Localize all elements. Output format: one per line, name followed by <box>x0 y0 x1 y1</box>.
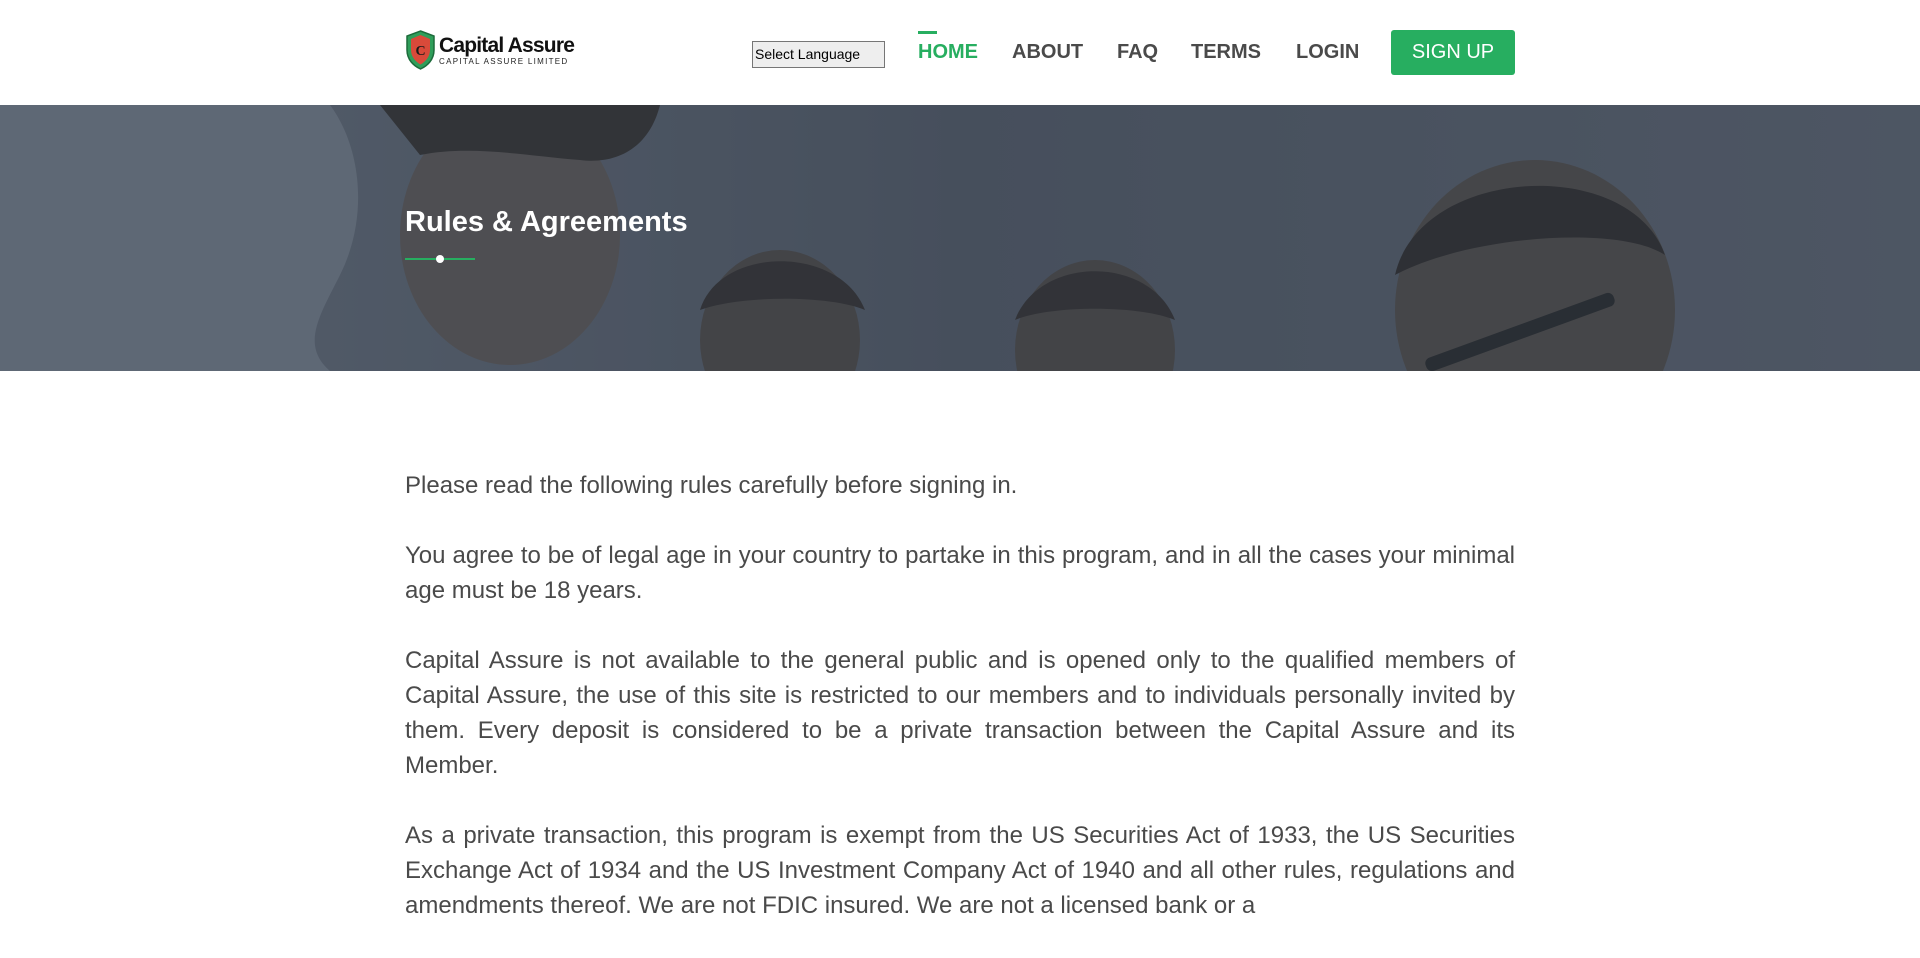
banner-overlay <box>0 105 1920 371</box>
brand-text: Capital Assure CAPITAL ASSURE LIMITED <box>439 33 575 67</box>
nav-faq[interactable]: FAQ <box>1117 41 1158 63</box>
signup-button[interactable]: SIGN UP <box>1391 30 1515 75</box>
page-banner: Rules & Agreements <box>0 105 1920 371</box>
title-divider <box>405 255 475 263</box>
terms-paragraph: Please read the following rules carefull… <box>405 472 1018 499</box>
active-nav-indicator <box>918 31 937 34</box>
brand-name: Capital Assure <box>439 33 575 57</box>
site-header: C Capital Assure CAPITAL ASSURE LIMITED … <box>0 0 1920 105</box>
brand-logo[interactable]: C Capital Assure CAPITAL ASSURE LIMITED <box>405 30 575 70</box>
nav-home[interactable]: HOME <box>918 41 978 63</box>
nav-login[interactable]: LOGIN <box>1296 41 1359 63</box>
brand-tagline: CAPITAL ASSURE LIMITED <box>439 56 569 66</box>
page-title: Rules & Agreements <box>405 206 688 238</box>
nav-terms[interactable]: TERMS <box>1191 41 1261 63</box>
header-container: C Capital Assure CAPITAL ASSURE LIMITED … <box>405 0 1515 105</box>
shield-icon: C <box>406 30 435 70</box>
terms-paragraph: As a private transaction, this program i… <box>405 822 1515 919</box>
terms-paragraph: Capital Assure is not available to the g… <box>405 647 1515 779</box>
terms-paragraph: You agree to be of legal age in your cou… <box>405 542 1515 604</box>
terms-content: Please read the following rules carefull… <box>405 468 1515 958</box>
language-select[interactable]: Select Language <box>752 41 885 68</box>
svg-text:C: C <box>415 44 425 59</box>
nav-about[interactable]: ABOUT <box>1012 41 1083 63</box>
